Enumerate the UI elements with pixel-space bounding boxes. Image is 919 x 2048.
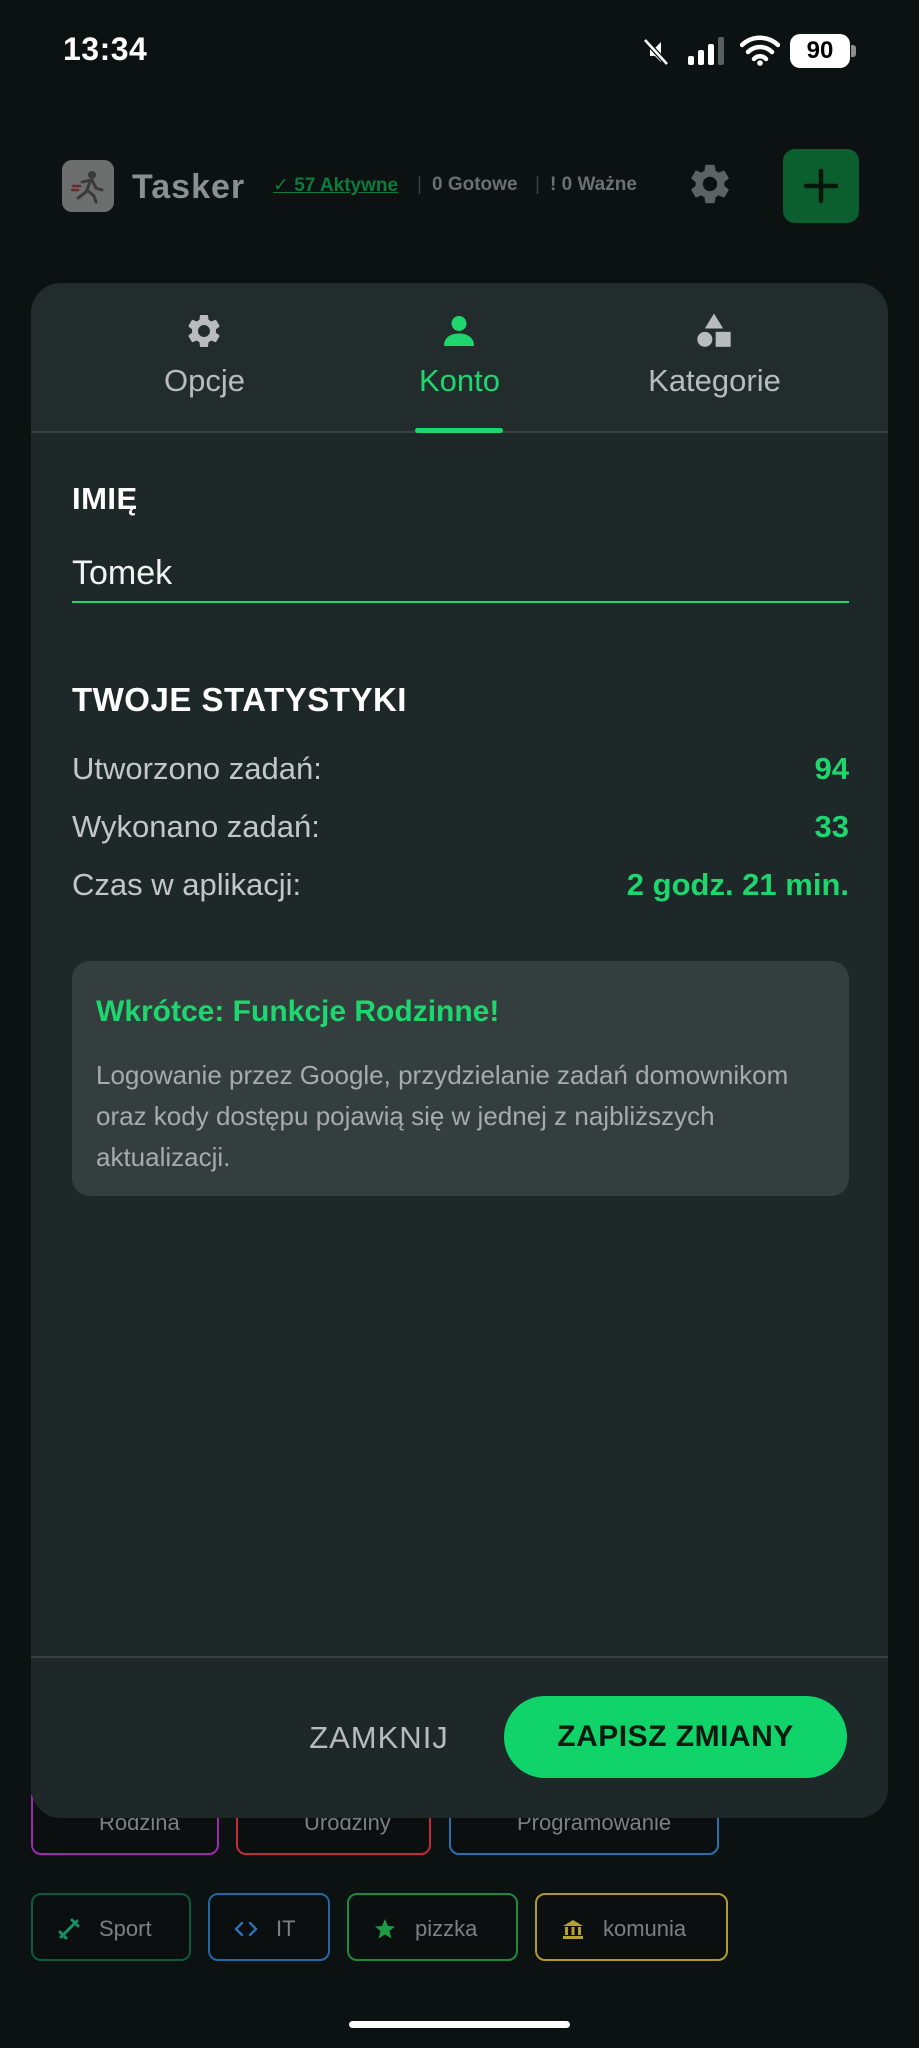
header-separator: | (417, 174, 422, 195)
stat-row-created: Utworzono zadań: 94 (72, 751, 849, 795)
chip-label: pizzka (415, 1916, 478, 1941)
status-time: 13:34 (63, 31, 148, 67)
tab-label: Konto (418, 363, 500, 398)
settings-modal: Opcje Konto Kategorie IMIĘ TWOJE STATYST… (31, 283, 888, 1818)
tab-opcje[interactable]: Opcje (62, 283, 347, 433)
dumbbell-icon (58, 1918, 80, 1940)
name-label: IMIĘ (72, 481, 138, 516)
stat-label: Czas w aplikacji: (72, 867, 302, 902)
chip-label: IT (276, 1916, 296, 1941)
stat-value: 33 (814, 809, 849, 844)
active-tab-indicator (415, 428, 503, 433)
chip-label: Sport (99, 1916, 152, 1941)
name-input[interactable] (72, 545, 849, 603)
app-title: Tasker (132, 168, 246, 206)
category-chip-it[interactable]: IT (208, 1893, 330, 1961)
chip-label: komunia (603, 1916, 687, 1941)
add-task-button[interactable] (783, 149, 859, 223)
close-button[interactable]: ZAMKNIJ (299, 1698, 459, 1778)
done-count-link[interactable]: 0 Gotowe (432, 174, 518, 196)
wifi-icon (740, 35, 780, 66)
person-icon (444, 316, 474, 346)
tab-label: Kategorie (648, 363, 781, 398)
battery-icon: 90 (790, 34, 856, 68)
stat-row-completed: Wykonano zadań: 33 (72, 809, 849, 853)
save-changes-button[interactable]: ZAPISZ ZMIANY (504, 1696, 847, 1778)
stat-value: 94 (814, 751, 849, 786)
shapes-icon (697, 313, 731, 347)
family-features-notice: Wkrótce: Funkcje Rodzinne! Logowanie prz… (72, 961, 849, 1196)
gear-icon[interactable] (686, 160, 734, 208)
battery-level: 90 (790, 34, 850, 68)
tab-konto[interactable]: Konto (317, 283, 602, 433)
tab-label: Opcje (164, 363, 245, 398)
tab-kategorie[interactable]: Kategorie (572, 283, 857, 433)
modal-footer: ZAMKNIJ ZAPISZ ZMIANY (31, 1656, 888, 1818)
header-separator: | (535, 174, 540, 195)
category-chip-pizzka[interactable]: pizzka (347, 1893, 518, 1961)
active-count-link[interactable]: ✓ 57 Aktywne (273, 174, 398, 197)
category-chip-sport[interactable]: Sport (31, 1893, 191, 1961)
stat-label: Wykonano zadań: (72, 809, 320, 844)
code-icon (234, 1921, 258, 1937)
stat-label: Utworzono zadań: (72, 751, 322, 786)
app-header: Tasker ✓ 57 Aktywne | 0 Gotowe | ! 0 Waż… (0, 130, 919, 240)
app-logo-icon (62, 160, 114, 212)
mute-icon (643, 38, 669, 66)
gear-icon (188, 315, 220, 347)
home-indicator[interactable] (349, 2021, 570, 2028)
stats-title: TWOJE STATYSTYKI (72, 681, 407, 718)
category-chip-komunia[interactable]: komunia (535, 1893, 728, 1961)
bank-icon (563, 1920, 583, 1939)
stat-value: 2 godz. 21 min. (626, 867, 849, 902)
notice-title: Wkrótce: Funkcje Rodzinne! (96, 995, 500, 1028)
stat-row-time: Czas w aplikacji: 2 godz. 21 min. (72, 867, 849, 911)
signal-icon (688, 37, 724, 65)
battery-tip (851, 45, 856, 57)
status-bar: 13:34 90 (0, 0, 919, 105)
important-count-link[interactable]: ! 0 Ważne (550, 174, 637, 196)
notice-text: Logowanie przez Google, przydzielanie za… (96, 1060, 789, 1172)
modal-tabs: Opcje Konto Kategorie (31, 283, 888, 433)
plus-icon (803, 168, 839, 204)
star-icon (375, 1919, 395, 1939)
